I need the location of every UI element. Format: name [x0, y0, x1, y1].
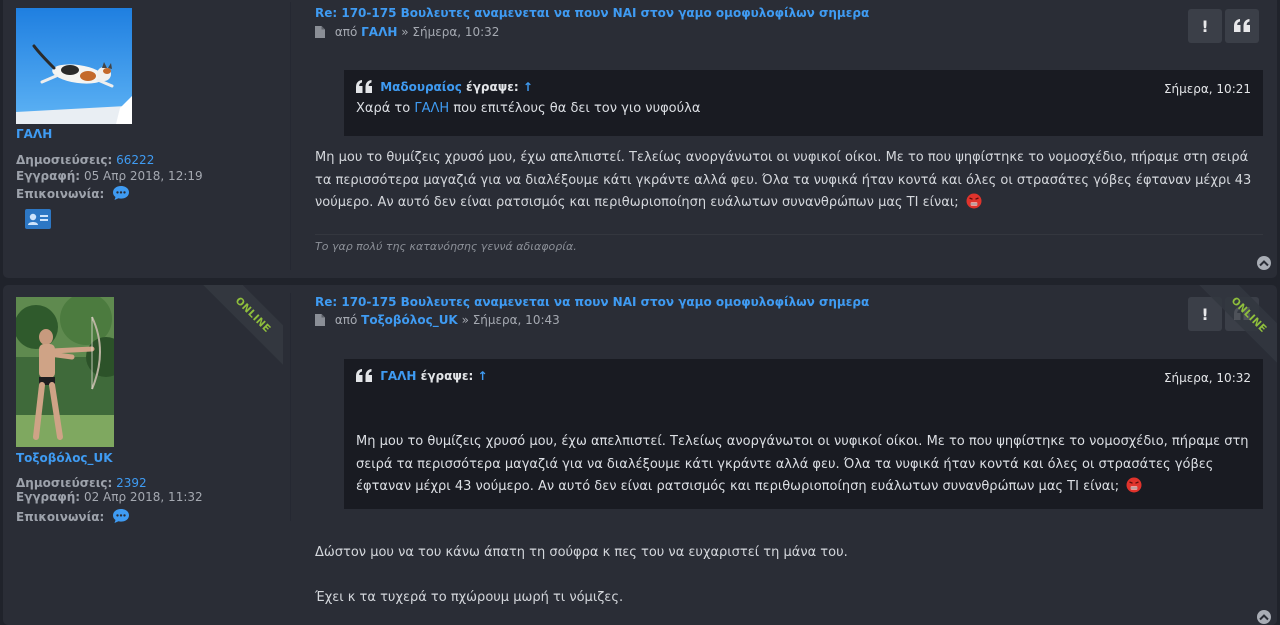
quote-wrote: έγραψε: [420, 369, 474, 383]
quote-header: ΓΑΛΗ έγραψε: ↑ [356, 369, 488, 385]
quote-author[interactable]: Μαδουραίος [380, 80, 462, 94]
joined-value: 02 Απρ 2018, 11:32 [83, 490, 203, 504]
online-badge: ONLINE [203, 285, 283, 365]
online-badge: ONLINE [1199, 285, 1277, 365]
profile-divider [290, 2, 291, 270]
post-datetime: » Σήμερα, 10:32 [401, 25, 500, 39]
posts-label: Δημοσιεύσεις: [16, 153, 113, 167]
avatar[interactable] [16, 297, 114, 447]
quote-icon [356, 369, 372, 385]
post-profile: ΓΑΛΗ Δημοσιεύσεις: 66222 Εγγραφή: 05 Απρ… [3, 0, 290, 278]
by-prefix: από [334, 25, 358, 39]
post: ΓΑΛΗ Δημοσιεύσεις: 66222 Εγγραφή: 05 Απρ… [3, 0, 1277, 278]
contact-label: Επικοινωνία: [16, 187, 105, 201]
joined-value: 05 Απρ 2018, 12:19 [83, 169, 203, 183]
posts-count: Δημοσιεύσεις: 2392 [16, 476, 147, 490]
joined-label: Εγγραφή: [16, 169, 81, 183]
post-body: Μη μου το θυμίζεις χρυσό μου, έχω απελπι… [315, 147, 1265, 215]
quote-text-part: Χαρά το [356, 101, 411, 116]
quote-source-link[interactable]: ↑ [478, 369, 488, 383]
quote-time: Σήμερα, 10:32 [1163, 371, 1251, 385]
posts-value[interactable]: 2392 [116, 476, 147, 490]
contact-label: Επικοινωνία: [16, 510, 105, 524]
signature: Το γαρ πολύ της κατανόησης γεννά αδιαφορ… [315, 240, 577, 253]
post-datetime: » Σήμερα, 10:43 [461, 313, 560, 327]
quote-icon [1234, 17, 1250, 36]
chat-bubble-icon[interactable] [112, 508, 130, 527]
quote-text: Χαρά το ΓΑΛΗ που επιτέλους θα δει τον γι… [356, 98, 1251, 121]
report-label: ! [1201, 16, 1209, 36]
contact: Επικοινωνία: [16, 508, 130, 527]
post-body: Δώστον μου να του κάνω άπατη τη σούφρα κ… [315, 542, 1265, 609]
quote-mention[interactable]: ΓΑΛΗ [414, 101, 449, 116]
posts-label: Δημοσιεύσεις: [16, 476, 113, 490]
back-to-top-icon[interactable] [1257, 610, 1271, 624]
contact-card-icon[interactable] [25, 209, 51, 229]
post-body-line: Δώστον μου να του κάνω άπατη τη σούφρα κ… [315, 545, 848, 560]
chat-bubble-icon[interactable] [112, 185, 130, 204]
quote-icon [356, 80, 372, 96]
posts-value[interactable]: 66222 [116, 153, 154, 167]
by-prefix: από [334, 313, 358, 327]
online-label: ONLINE [232, 295, 273, 336]
quote-text-part: που επιτέλους θα δει τον γιο νυφούλα [453, 101, 701, 116]
post: ONLINE Τοξοβόλος_UK Δημοσιεύσεις: 2392 Ε… [3, 285, 1277, 625]
post-author[interactable]: ΓΑΛΗ [361, 25, 397, 39]
post-title[interactable]: Re: 170-175 Βουλευτες αναμενεται να πουν… [315, 6, 869, 20]
document-icon[interactable] [315, 26, 325, 41]
quote-block: ΓΑΛΗ έγραψε: ↑ Σήμερα, 10:32 Μη μου το θ… [344, 359, 1263, 509]
online-label: ONLINE [1228, 295, 1269, 336]
quote-text-body: Μη μου το θυμίζεις χρυσό μου, έχω απελπι… [356, 434, 1249, 494]
quote-button[interactable] [1225, 9, 1259, 43]
quote-author[interactable]: ΓΑΛΗ [380, 369, 416, 383]
join-date: Εγγραφή: 05 Απρ 2018, 12:19 [16, 169, 203, 183]
report-button[interactable]: ! [1188, 9, 1222, 43]
signature-divider [315, 234, 1263, 235]
angry-emoji-icon [1126, 477, 1142, 493]
quote-time: Σήμερα, 10:21 [1163, 82, 1251, 96]
quote-source-link[interactable]: ↑ [523, 80, 533, 94]
quote-block: Μαδουραίος έγραψε: ↑ Σήμερα, 10:21 Χαρά … [344, 70, 1263, 136]
angry-emoji-icon [966, 193, 982, 209]
document-icon[interactable] [315, 314, 325, 329]
post-title[interactable]: Re: 170-175 Βουλευτες αναμενεται να πουν… [315, 295, 869, 309]
quote-wrote: έγραψε: [466, 80, 519, 94]
avatar[interactable] [16, 8, 132, 124]
quote-text: Μη μου το θυμίζεις χρυσό μου, έχω απελπι… [356, 431, 1251, 499]
joined-label: Εγγραφή: [16, 490, 81, 504]
contact: Επικοινωνία: [16, 185, 130, 204]
posts-count: Δημοσιεύσεις: 66222 [16, 153, 154, 167]
profile-divider [290, 293, 291, 521]
username[interactable]: ΓΑΛΗ [16, 127, 52, 141]
post-author-line: από Τοξοβόλος_UK » Σήμερα, 10:43 [315, 313, 560, 329]
quote-header: Μαδουραίος έγραψε: ↑ [356, 80, 533, 96]
post-author[interactable]: Τοξοβόλος_UK [361, 313, 458, 327]
join-date: Εγγραφή: 02 Απρ 2018, 11:32 [16, 490, 203, 504]
post-body-line: Έχει κ τα τυχερά το πχώρουμ μωρή τι νόμι… [315, 589, 624, 605]
post-body-text: Μη μου το θυμίζεις χρυσό μου, έχω απελπι… [315, 150, 1252, 210]
back-to-top-icon[interactable] [1257, 256, 1271, 270]
post-author-line: από ΓΑΛΗ » Σήμερα, 10:32 [315, 25, 499, 41]
username[interactable]: Τοξοβόλος_UK [16, 451, 113, 465]
post-profile: ONLINE Τοξοβόλος_UK Δημοσιεύσεις: 2392 Ε… [3, 285, 290, 625]
